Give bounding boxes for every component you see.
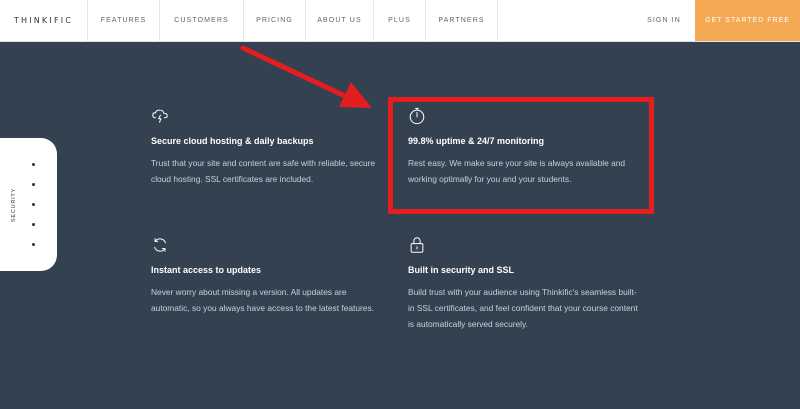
feature-description: Trust that your site and content are saf… xyxy=(151,158,376,184)
nav-customers[interactable]: CUSTOMERS xyxy=(160,0,244,41)
refresh-icon xyxy=(154,238,166,252)
nav-features[interactable]: FEATURES xyxy=(88,0,160,41)
feature-title: Instant access to updates xyxy=(151,265,262,275)
feature-title: Secure cloud hosting & daily backups xyxy=(151,136,314,146)
feature-description: Never worry about missing a version. All… xyxy=(151,287,374,313)
section-side-tab xyxy=(0,138,57,271)
feature-description: Build trust with your audience using Thi… xyxy=(408,287,638,329)
section-dot-5[interactable] xyxy=(32,243,35,246)
nav-plus[interactable]: PLUS xyxy=(374,0,426,41)
feature-title: Built in security and SSL xyxy=(408,265,515,275)
section-dot-2[interactable] xyxy=(32,183,35,186)
cloud-lightning-icon xyxy=(152,109,168,123)
nav-partners[interactable]: PARTNERS xyxy=(426,0,498,41)
top-nav: THINKIFIC FEATURES CUSTOMERS PRICING ABO… xyxy=(0,0,800,42)
annotation-highlight-box xyxy=(388,97,654,214)
nav-pricing[interactable]: PRICING xyxy=(244,0,306,41)
lock-icon xyxy=(410,237,424,253)
nav-about-us[interactable]: ABOUT US xyxy=(306,0,374,41)
section-dot-4[interactable] xyxy=(32,223,35,226)
get-started-button[interactable]: GET STARTED FREE xyxy=(695,0,800,41)
sign-in-link[interactable]: SIGN IN xyxy=(633,0,695,41)
section-side-label: SECURITY xyxy=(11,187,17,223)
section-dot-3[interactable] xyxy=(32,203,35,206)
section-dot-1[interactable] xyxy=(32,163,35,166)
logo[interactable]: THINKIFIC xyxy=(0,0,88,41)
